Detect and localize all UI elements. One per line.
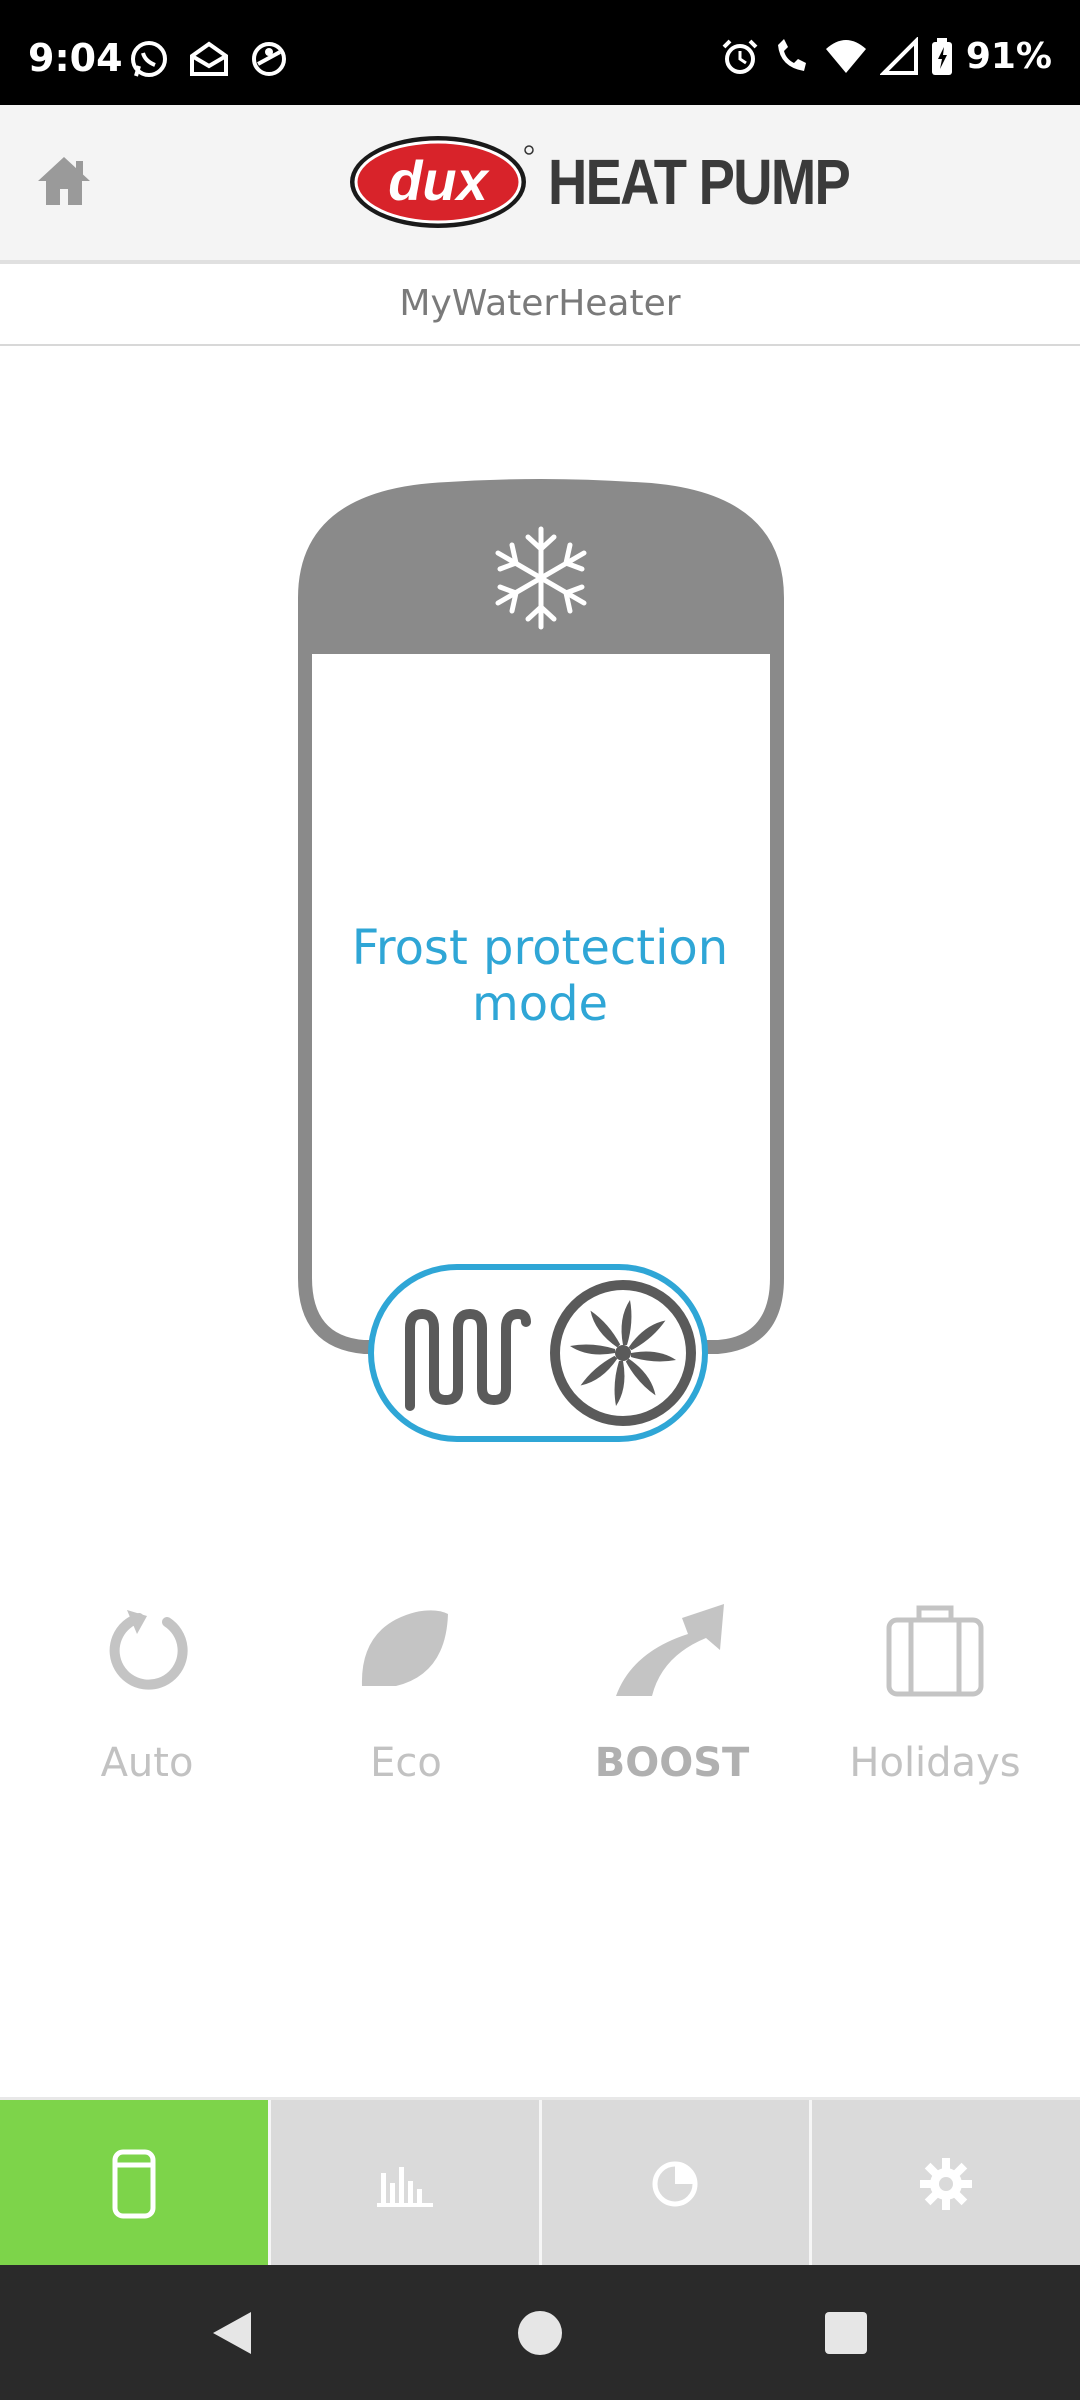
mode-label: Auto — [100, 1740, 194, 1786]
device-name-bar[interactable]: MyWaterHeater — [0, 262, 1080, 346]
system-icons: 91% — [720, 36, 1052, 77]
bottom-tab-bar — [0, 2097, 1080, 2268]
logo-text: HEAT PUMP — [548, 146, 851, 218]
cloud-sync-icon — [252, 42, 286, 76]
auto-refresh-icon — [109, 1610, 188, 1690]
device-name: MyWaterHeater — [399, 282, 681, 324]
mode-selector: Auto Eco BOOST Holidays — [0, 1600, 1080, 1800]
notification-icons — [128, 38, 290, 80]
wifi-call-icon — [777, 38, 806, 71]
svg-text:dux: dux — [388, 149, 490, 212]
tank-status-text: Frost protection mode — [351, 920, 729, 1032]
mode-eco-button[interactable]: Eco — [276, 1600, 536, 1800]
alarm-icon — [722, 39, 758, 74]
tab-usage[interactable] — [542, 2100, 813, 2268]
mode-boost-button[interactable]: BOOST — [542, 1600, 802, 1800]
tank-icon — [112, 2149, 156, 2219]
snowflake-icon — [495, 526, 587, 630]
status-time: 9:04 — [28, 36, 123, 80]
wifi-icon — [825, 39, 866, 73]
dux-logo: dux — [350, 136, 534, 228]
boost-arrow-icon — [616, 1604, 724, 1696]
home-circle-icon — [518, 2310, 562, 2355]
signal-icon — [879, 36, 918, 75]
system-navigation-bar — [0, 2265, 1080, 2400]
mode-label: Holidays — [849, 1740, 1021, 1786]
pie-chart-icon — [652, 2161, 698, 2207]
nav-back-button[interactable] — [172, 2265, 292, 2400]
gear-icon — [920, 2158, 973, 2210]
fan-icon — [550, 1280, 696, 1426]
back-icon — [213, 2311, 251, 2354]
whatsapp-icon — [131, 41, 167, 77]
mode-auto-button[interactable]: Auto — [17, 1600, 277, 1800]
app-header: dux HEAT PUMP — [0, 105, 1080, 264]
dux-heat-pump-logo: dux HEAT PUMP — [346, 127, 902, 237]
battery-charging-icon — [931, 37, 952, 75]
tab-statistics[interactable] — [271, 2100, 542, 2268]
tab-tank[interactable] — [0, 2100, 271, 2268]
nav-home-button[interactable] — [480, 2265, 600, 2400]
leaf-icon — [361, 1610, 448, 1686]
heat-pump-module — [368, 1264, 708, 1442]
mode-label: BOOST — [594, 1740, 750, 1786]
tab-settings[interactable] — [812, 2100, 1080, 2268]
status-bar: 9:04 91% — [0, 0, 1080, 105]
home-icon — [38, 157, 90, 205]
mail-icon — [190, 41, 228, 76]
suitcase-icon — [886, 1605, 984, 1697]
heating-coil-icon — [405, 1308, 531, 1411]
mode-holidays-button[interactable]: Holidays — [805, 1600, 1065, 1800]
nav-recents-button[interactable] — [786, 2265, 906, 2400]
recents-icon — [825, 2311, 867, 2354]
home-button[interactable] — [34, 151, 94, 211]
battery-percent: 91% — [965, 36, 1052, 77]
mode-label: Eco — [370, 1740, 442, 1786]
bar-chart-icon — [376, 2167, 433, 2207]
